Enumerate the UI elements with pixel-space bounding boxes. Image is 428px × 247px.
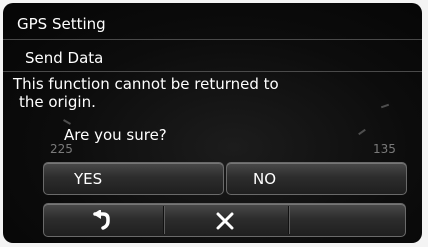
bottom-toolbar [43, 203, 406, 237]
dialog-title: GPS Setting [17, 15, 106, 33]
return-arrow-icon [93, 210, 110, 230]
radar-dash [63, 119, 71, 125]
radar-dash [358, 128, 366, 136]
empty-toolbar-slot [290, 204, 404, 236]
radar-dash [380, 103, 390, 109]
warning-message-line2: the origin. [19, 93, 96, 111]
heading-label-right: 135 [373, 142, 396, 156]
confirm-question: Are you sure? [64, 126, 167, 144]
no-button-label: NO [253, 170, 277, 188]
heading-label-left: 225 [50, 142, 73, 156]
yes-button-label: YES [74, 170, 103, 188]
no-button[interactable]: NO [226, 162, 407, 195]
toolbar-separator [288, 206, 289, 234]
subtitle-divider [3, 71, 422, 72]
close-x-icon [216, 212, 234, 230]
device-screen: GPS Setting Send Data This function cann… [3, 3, 422, 243]
dialog-subtitle: Send Data [25, 49, 104, 67]
close-button[interactable] [164, 204, 288, 236]
warning-message-line1: This function cannot be returned to [13, 75, 279, 93]
title-divider [3, 39, 422, 40]
back-button[interactable] [44, 204, 163, 236]
yes-button[interactable]: YES [43, 162, 224, 195]
